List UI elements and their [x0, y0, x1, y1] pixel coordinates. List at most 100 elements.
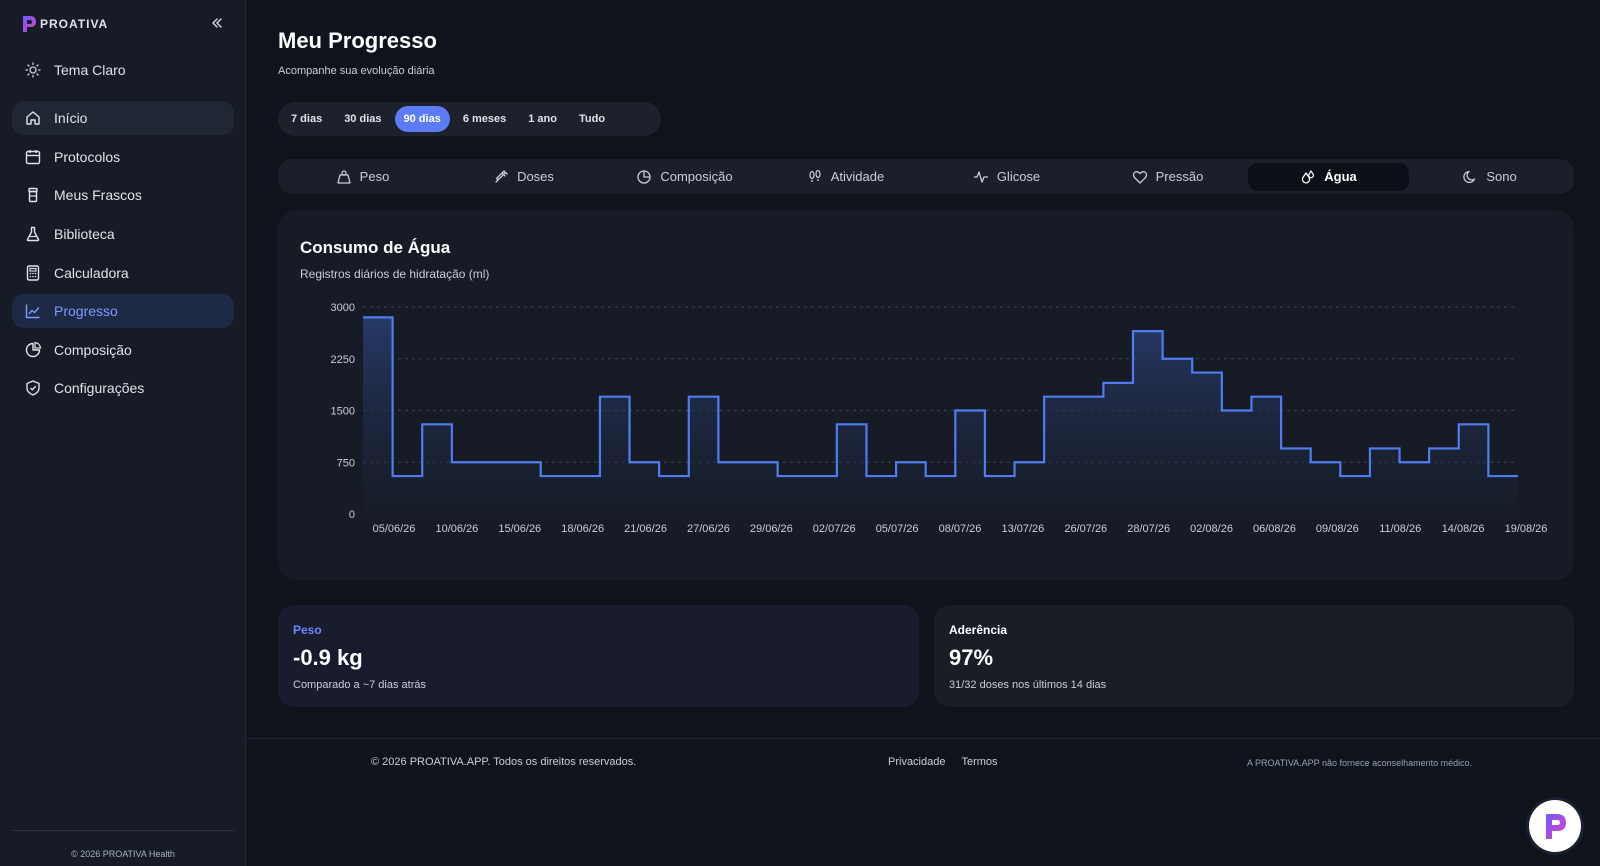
range-tab-90-dias[interactable]: 90 dias [394, 106, 450, 132]
terms-link[interactable]: Termos [961, 756, 997, 768]
data-point[interactable] [985, 476, 1015, 514]
x-tick-label: 05/07/26 [876, 523, 919, 535]
sidebar-footer: © 2026 PROATIVA Health [71, 849, 175, 859]
x-tick-label: 02/07/26 [813, 523, 856, 535]
data-point[interactable] [1400, 462, 1430, 514]
data-point[interactable] [1370, 448, 1400, 514]
sidebar-item-meus-frascos[interactable]: Meus Frascos [12, 178, 234, 212]
footer-divider [246, 738, 1600, 739]
tab-label: Atividade [830, 169, 885, 184]
tab-composicao[interactable]: Composição [604, 163, 765, 191]
tab-atividade[interactable]: Atividade [765, 163, 926, 191]
range-tab-7-dias[interactable]: 7 dias [282, 106, 331, 132]
x-tick-label: 19/08/26 [1505, 523, 1548, 535]
sidebar-item-label: Calculadora [54, 265, 129, 281]
water-chart[interactable]: 0 750 1500 2250 3000 05/06/26 10/06/26 15/06/26… [278, 210, 1574, 580]
sidebar-item-calculadora[interactable]: Calculadora [12, 256, 234, 290]
data-point[interactable] [1133, 331, 1163, 514]
data-point[interactable] [1015, 462, 1045, 514]
tab-pressao[interactable]: Pressão [1087, 163, 1248, 191]
data-point[interactable] [1251, 397, 1281, 514]
data-point[interactable] [1192, 373, 1222, 514]
calendar-icon [24, 148, 42, 166]
data-point[interactable] [600, 397, 630, 514]
sidebar-item-label: Composição [54, 342, 132, 358]
data-point[interactable] [422, 424, 452, 514]
data-point[interactable] [778, 476, 808, 514]
tab-agua[interactable]: Água [1248, 162, 1409, 191]
theme-toggle[interactable]: Tema Claro [12, 53, 234, 87]
data-point[interactable] [837, 424, 867, 514]
tab-peso[interactable]: Peso [282, 163, 443, 191]
x-tick-label: 26/07/26 [1064, 523, 1107, 535]
data-point[interactable] [1340, 476, 1370, 514]
data-point[interactable] [659, 476, 689, 514]
sidebar-item-inicio[interactable]: Início [12, 101, 234, 135]
data-point[interactable] [363, 317, 393, 514]
range-tab-1-ano[interactable]: 1 ano [519, 106, 566, 132]
data-point[interactable] [748, 462, 778, 514]
tab-label: Sono [1486, 169, 1517, 184]
range-tab-30-dias[interactable]: 30 dias [335, 106, 390, 132]
syringe-icon [493, 169, 509, 185]
data-point[interactable] [1163, 359, 1193, 514]
tab-label: Glicose [996, 169, 1041, 184]
range-tab-tudo[interactable]: Tudo [570, 106, 614, 132]
data-point[interactable] [689, 397, 719, 514]
data-point[interactable] [896, 462, 926, 514]
x-tick-label: 05/06/26 [373, 523, 416, 535]
weight-stat-label: Peso [293, 623, 322, 637]
data-point[interactable] [955, 411, 985, 515]
sidebar-item-progresso[interactable]: Progresso [12, 294, 234, 328]
data-point[interactable] [807, 476, 837, 514]
line-chart-icon [24, 302, 42, 320]
tab-label: Pressão [1155, 169, 1204, 184]
data-point[interactable] [1311, 462, 1341, 514]
x-tick-label: 02/08/26 [1190, 523, 1233, 535]
tab-doses[interactable]: Doses [443, 163, 604, 191]
x-tick-label: 21/06/26 [624, 523, 667, 535]
pie-chart-icon [24, 341, 42, 359]
collapse-sidebar-button[interactable] [208, 14, 226, 32]
data-point[interactable] [511, 462, 541, 514]
data-point[interactable] [866, 476, 896, 514]
data-point[interactable] [452, 462, 482, 514]
range-tab-6-meses[interactable]: 6 meses [454, 106, 515, 132]
data-point[interactable] [541, 476, 571, 514]
data-point[interactable] [1044, 397, 1074, 514]
adherence-stat-label: Aderência [949, 623, 1008, 637]
data-point[interactable] [718, 462, 748, 514]
privacy-link[interactable]: Privacidade [888, 756, 945, 768]
data-point[interactable] [570, 476, 600, 514]
data-point[interactable] [1074, 397, 1104, 514]
page-subtitle: Acompanhe sua evolução diária [278, 65, 435, 77]
calculator-icon [24, 264, 42, 282]
data-point[interactable] [481, 462, 511, 514]
tab-sono[interactable]: Sono [1409, 163, 1570, 191]
water-series-line[interactable] [363, 316, 1518, 478]
data-point[interactable] [1103, 383, 1133, 514]
assistant-button[interactable] [1529, 800, 1581, 852]
data-point[interactable] [926, 476, 956, 514]
brand-logo[interactable]: PROATIVA [20, 13, 108, 35]
data-point[interactable] [1459, 424, 1489, 514]
x-tick-label: 28/07/26 [1127, 523, 1170, 535]
data-point[interactable] [1429, 448, 1459, 514]
data-point[interactable] [1488, 476, 1518, 514]
tab-glicose[interactable]: Glicose [926, 163, 1087, 191]
adherence-stat-value: 97% [949, 645, 994, 670]
brand-mark-icon [23, 16, 36, 32]
sidebar-item-protocolos[interactable]: Protocolos [12, 140, 234, 174]
sidebar-item-biblioteca[interactable]: Biblioteca [12, 217, 234, 251]
sidebar-item-configuracoes[interactable]: Configurações [12, 371, 234, 405]
droplets-icon [1300, 169, 1316, 185]
tab-label: Composição [660, 169, 733, 184]
sidebar-item-composicao[interactable]: Composição [12, 333, 234, 367]
moon-icon [1462, 169, 1478, 185]
x-tick-label: 06/08/26 [1253, 523, 1296, 535]
data-point[interactable] [1222, 411, 1252, 515]
data-point[interactable] [630, 462, 660, 514]
sun-icon [24, 61, 42, 79]
data-point[interactable] [393, 476, 423, 514]
data-point[interactable] [1281, 448, 1311, 514]
